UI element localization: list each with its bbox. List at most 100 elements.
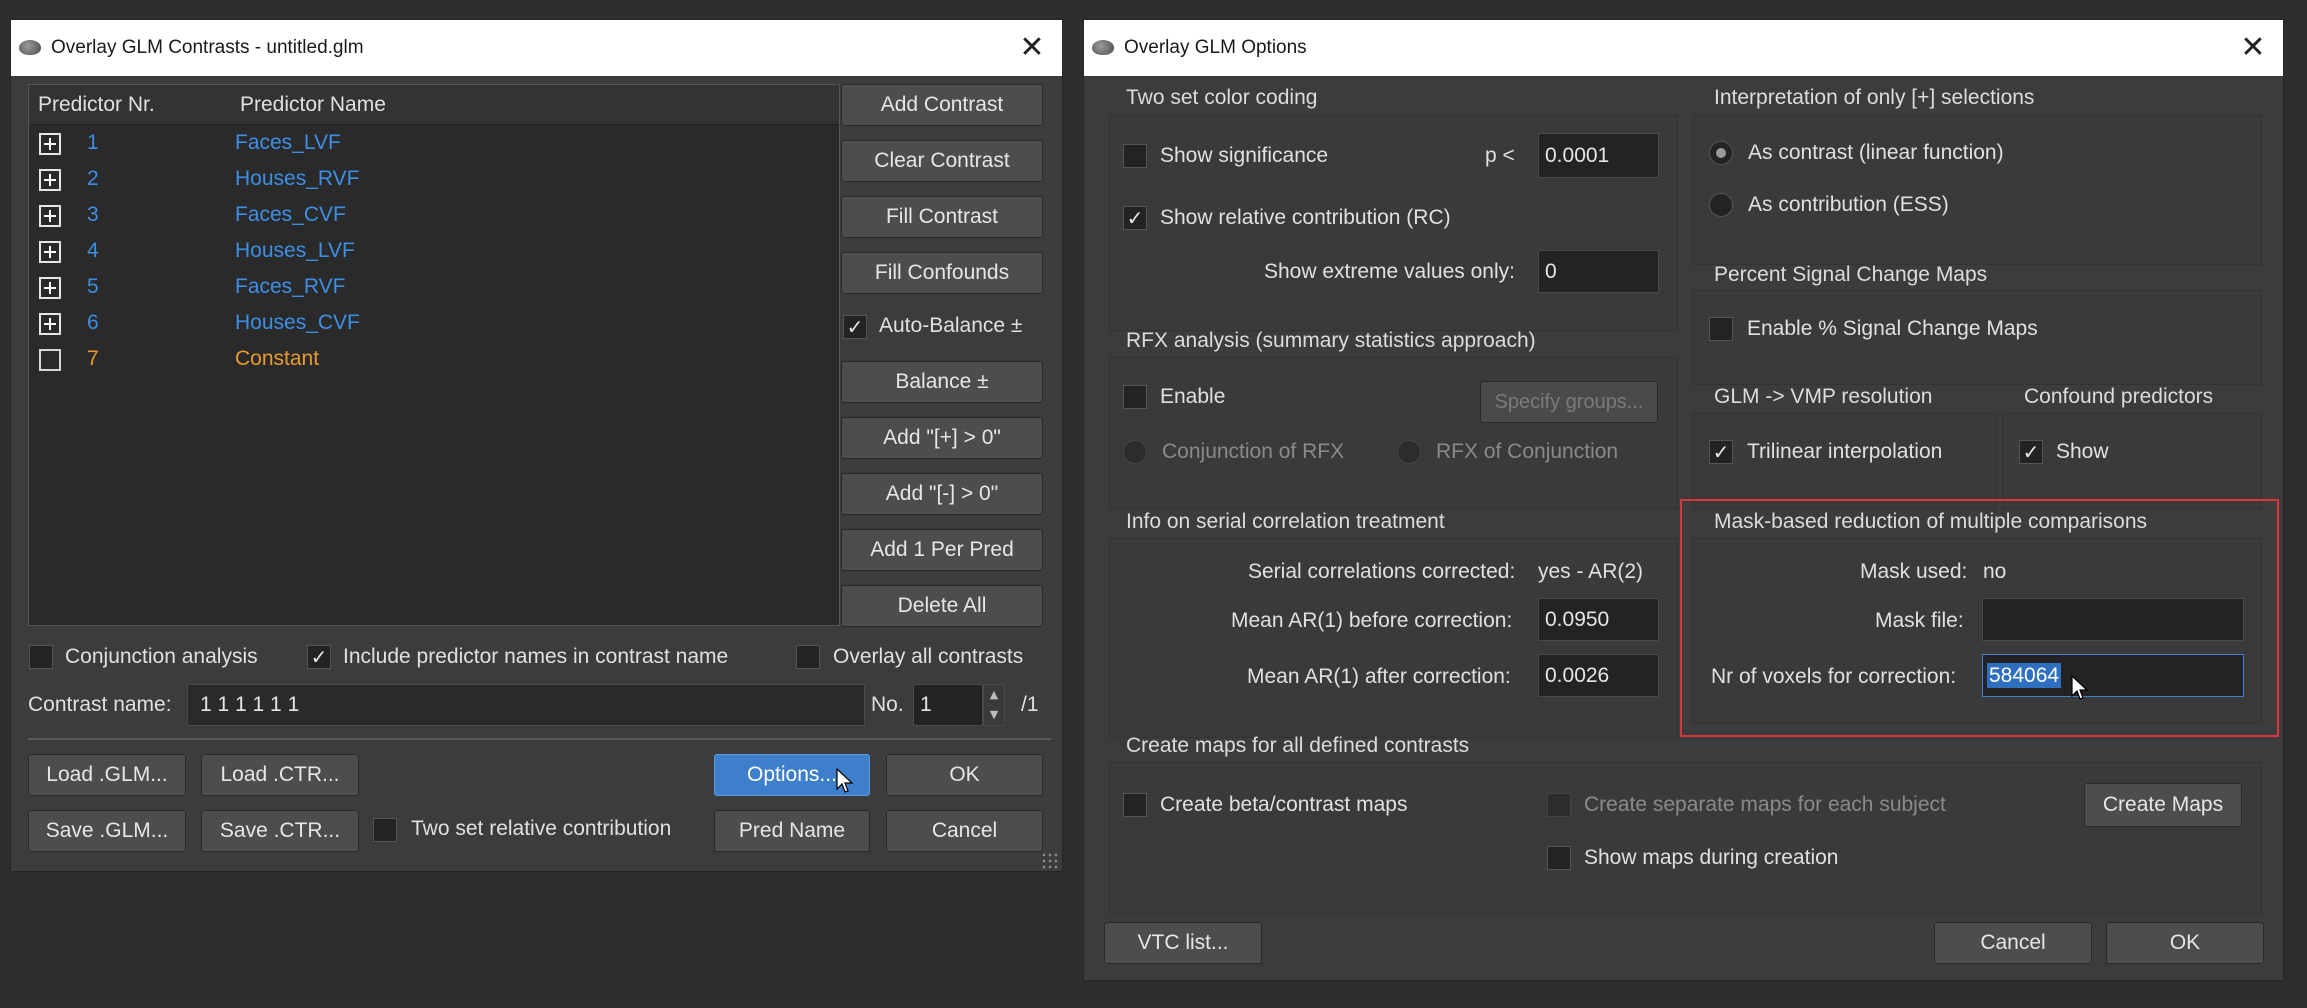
conjunction-of-rfx-radio[interactable] <box>1123 440 1147 464</box>
plus-box-icon[interactable] <box>39 169 61 191</box>
conjunction-of-rfx-label: Conjunction of RFX <box>1162 440 1345 463</box>
ar-after-input[interactable]: 0.0026 <box>1538 654 1659 697</box>
show-during-checkbox[interactable] <box>1547 846 1571 870</box>
enable-psc-checkbox[interactable] <box>1709 317 1733 341</box>
add-plus-button[interactable]: Add "[+] > 0" <box>841 417 1043 459</box>
mask-used-value: no <box>1983 560 2007 583</box>
mouse-cursor-icon <box>2071 675 2089 700</box>
predictor-nr: 3 <box>87 203 99 226</box>
ok-button[interactable]: OK <box>2106 922 2264 964</box>
no-total: /1 <box>1021 693 1039 716</box>
plus-box-icon[interactable] <box>39 241 61 263</box>
table-row[interactable]: 4 Houses_LVF <box>29 235 839 271</box>
p-threshold-input[interactable]: 0.0001 <box>1538 133 1659 178</box>
predictor-name: Faces_CVF <box>235 203 346 226</box>
column-header-name[interactable]: Predictor Name <box>240 93 386 117</box>
cancel-button[interactable]: Cancel <box>886 810 1043 852</box>
resize-grip-icon[interactable] <box>1041 852 1059 870</box>
predictor-table[interactable]: Predictor Nr. Predictor Name 1 Faces_LVF… <box>28 84 840 626</box>
two-set-rc-checkbox[interactable] <box>373 818 397 842</box>
show-rc-checkbox[interactable]: ✓ <box>1123 206 1147 230</box>
brain-app-icon <box>19 40 41 55</box>
plus-box-icon[interactable] <box>39 205 61 227</box>
contrasts-title: Overlay GLM Contrasts - untitled.glm <box>51 37 364 58</box>
as-contrast-radio[interactable] <box>1709 141 1733 165</box>
plus-box-icon[interactable] <box>39 277 61 299</box>
as-contrast-label: As contrast (linear function) <box>1748 141 2004 164</box>
plus-box-icon[interactable] <box>39 313 61 335</box>
table-row[interactable]: 1 Faces_LVF <box>29 127 839 163</box>
balance-button[interactable]: Balance ± <box>841 361 1043 403</box>
mask-file-input[interactable] <box>1982 598 2244 641</box>
load-glm-button[interactable]: Load .GLM... <box>28 754 186 796</box>
separate-maps-checkbox[interactable] <box>1547 793 1571 817</box>
contrasts-titlebar: Overlay GLM Contrasts - untitled.glm ✕ <box>11 20 1062 76</box>
fill-contrast-button[interactable]: Fill Contrast <box>841 196 1043 238</box>
show-significance-checkbox[interactable] <box>1123 144 1147 168</box>
create-maps-button[interactable]: Create Maps <box>2084 783 2242 827</box>
as-contribution-radio[interactable] <box>1709 193 1733 217</box>
save-ctr-button[interactable]: Save .CTR... <box>201 810 359 852</box>
ar-before-label: Mean AR(1) before correction: <box>1231 609 1513 632</box>
p-threshold-label: p < <box>1485 144 1515 167</box>
specify-groups-button[interactable]: Specify groups... <box>1480 381 1658 423</box>
extreme-values-input[interactable]: 0 <box>1538 250 1659 293</box>
interpretation-group <box>1692 115 2262 265</box>
rfx-header: RFX analysis (summary statistics approac… <box>1126 329 1536 352</box>
pred-name-button[interactable]: Pred Name <box>714 810 870 852</box>
conjunction-checkbox[interactable] <box>29 645 53 669</box>
ok-button[interactable]: OK <box>886 754 1043 796</box>
overlay-all-checkbox[interactable] <box>796 645 820 669</box>
mask-header: Mask-based reduction of multiple compari… <box>1714 510 2148 533</box>
predictor-name: Houses_CVF <box>235 311 360 334</box>
table-row[interactable]: 6 Houses_CVF <box>29 307 839 343</box>
predictor-nr: 7 <box>87 347 99 370</box>
confound-show-label: Show <box>2056 440 2109 463</box>
rfx-enable-checkbox[interactable] <box>1123 385 1147 409</box>
close-icon[interactable]: ✕ <box>2233 28 2273 68</box>
delete-all-button[interactable]: Delete All <box>841 585 1043 627</box>
vtc-list-button[interactable]: VTC list... <box>1104 922 1262 964</box>
contrast-name-input[interactable]: 1 1 1 1 1 1 <box>187 684 865 726</box>
clear-contrast-button[interactable]: Clear Contrast <box>841 140 1043 182</box>
auto-balance-checkbox[interactable]: ✓ <box>843 315 867 339</box>
spin-arrows-icon[interactable]: ▲ ▼ <box>983 684 1005 726</box>
interpretation-header: Interpretation of only [+] selections <box>1714 86 2035 109</box>
predictor-name: Houses_LVF <box>235 239 355 262</box>
overlay-all-label: Overlay all contrasts <box>833 645 1024 668</box>
empty-box-icon[interactable] <box>39 349 61 371</box>
mask-file-label: Mask file: <box>1875 609 1964 632</box>
rfx-of-conjunction-radio[interactable] <box>1397 440 1421 464</box>
add-per-pred-button[interactable]: Add 1 Per Pred <box>841 529 1043 571</box>
table-row[interactable]: 2 Houses_RVF <box>29 163 839 199</box>
no-label: No. <box>871 693 904 716</box>
table-row[interactable]: 7 Constant <box>29 343 839 379</box>
confound-header: Confound predictors <box>2024 385 2214 408</box>
include-names-checkbox[interactable]: ✓ <box>307 645 331 669</box>
table-row[interactable]: 5 Faces_RVF <box>29 271 839 307</box>
cancel-button[interactable]: Cancel <box>1934 922 2092 964</box>
serial-corrected-value: yes - AR(2) <box>1538 560 1644 583</box>
voxels-input[interactable]: 584064 <box>1982 654 2244 697</box>
contrast-number-spinbox[interactable]: 1 <box>913 684 983 726</box>
confound-show-checkbox[interactable]: ✓ <box>2019 440 2043 464</box>
save-glm-button[interactable]: Save .GLM... <box>28 810 186 852</box>
enable-psc-label: Enable % Signal Change Maps <box>1747 317 2038 340</box>
show-rc-label: Show relative contribution (RC) <box>1160 206 1451 229</box>
as-contribution-label: As contribution (ESS) <box>1748 193 1949 216</box>
plus-box-icon[interactable] <box>39 133 61 155</box>
add-contrast-button[interactable]: Add Contrast <box>841 84 1043 126</box>
load-ctr-button[interactable]: Load .CTR... <box>201 754 359 796</box>
trilinear-checkbox[interactable]: ✓ <box>1709 440 1733 464</box>
add-minus-button[interactable]: Add "[-] > 0" <box>841 473 1043 515</box>
fill-confounds-button[interactable]: Fill Confounds <box>841 252 1043 294</box>
ar-before-input[interactable]: 0.0950 <box>1538 598 1659 641</box>
contrasts-dialog: Overlay GLM Contrasts - untitled.glm ✕ P… <box>10 19 1063 872</box>
column-header-nr[interactable]: Predictor Nr. <box>38 93 155 117</box>
beta-maps-checkbox[interactable] <box>1123 793 1147 817</box>
predictor-name: Faces_LVF <box>235 131 341 154</box>
close-icon[interactable]: ✕ <box>1012 28 1052 68</box>
predictor-nr: 5 <box>87 275 99 298</box>
two-set-rc-label: Two set relative contribution <box>411 817 672 840</box>
table-row[interactable]: 3 Faces_CVF <box>29 199 839 235</box>
